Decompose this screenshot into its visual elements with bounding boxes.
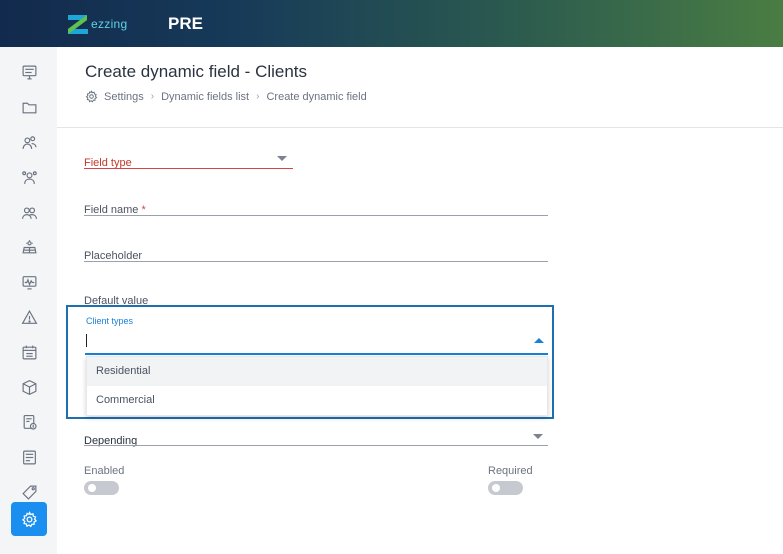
report-icon bbox=[22, 450, 36, 464]
sidebar-item-monitoring[interactable] bbox=[11, 265, 47, 299]
main-content: Create dynamic field - Clients Settings … bbox=[57, 47, 783, 554]
sidebar-item-dashboard[interactable] bbox=[11, 55, 47, 89]
breadcrumb-separator-icon: › bbox=[150, 91, 155, 102]
sidebar-item-team[interactable] bbox=[11, 160, 47, 194]
sidebar-item-invoices[interactable] bbox=[11, 405, 47, 439]
sidebar-item-users[interactable] bbox=[11, 125, 47, 159]
sidebar-item-products[interactable] bbox=[11, 370, 47, 404]
client-types-input[interactable] bbox=[88, 332, 518, 349]
breadcrumb-separator-icon: › bbox=[256, 91, 260, 102]
users-icon bbox=[22, 135, 36, 149]
required-label: Required bbox=[488, 465, 533, 477]
calendar-icon bbox=[22, 345, 36, 359]
sidebar-item-clients[interactable] bbox=[11, 195, 47, 229]
client-types-dropdown: Residential Commercial bbox=[86, 356, 548, 416]
placeholder-input[interactable]: Placeholder bbox=[84, 246, 548, 264]
depending-underline bbox=[84, 445, 548, 446]
folder-icon bbox=[22, 102, 36, 113]
brand-logo[interactable]: ezzing bbox=[66, 11, 128, 37]
client-types-label: Client types bbox=[86, 316, 134, 326]
sidebar-item-settings[interactable] bbox=[11, 502, 47, 536]
sidebar-item-reports[interactable] bbox=[11, 440, 47, 474]
dashboard-icon bbox=[22, 65, 36, 79]
monitor-icon bbox=[22, 275, 36, 289]
sidebar-item-calendar[interactable] bbox=[11, 335, 47, 369]
brand-text: ezzing bbox=[91, 17, 128, 31]
chevron-down-icon bbox=[277, 156, 287, 161]
sidebar-item-solar-panels[interactable] bbox=[11, 230, 47, 264]
chevron-down-icon bbox=[533, 434, 543, 439]
breadcrumb: Settings › Dynamic fields list › Create … bbox=[85, 90, 367, 103]
text-cursor bbox=[86, 334, 87, 347]
sidebar-item-folder[interactable] bbox=[11, 90, 47, 124]
client-types-highlight: Client types Residential Commercial bbox=[66, 305, 554, 419]
field-type-underline bbox=[84, 168, 293, 169]
required-toggle[interactable] bbox=[488, 481, 523, 495]
field-name-underline bbox=[84, 215, 548, 216]
toggle-knob bbox=[88, 484, 96, 492]
solar-panel-icon bbox=[21, 239, 37, 253]
invoice-icon bbox=[23, 414, 37, 430]
dropdown-option-residential[interactable]: Residential bbox=[87, 357, 547, 386]
box-icon bbox=[22, 379, 36, 395]
clients-icon bbox=[21, 206, 37, 219]
field-name-input[interactable]: Field name * bbox=[84, 200, 548, 218]
breadcrumb-settings[interactable]: Settings bbox=[104, 91, 144, 103]
client-types-underline bbox=[85, 353, 548, 355]
field-type-select[interactable]: Field type bbox=[84, 153, 293, 171]
sidebar bbox=[0, 47, 57, 554]
zezzing-logo-icon bbox=[68, 15, 88, 34]
tag-icon bbox=[21, 485, 36, 500]
enabled-label: Enabled bbox=[84, 465, 125, 477]
dropdown-option-commercial[interactable]: Commercial bbox=[87, 386, 547, 415]
warning-icon bbox=[21, 309, 37, 324]
breadcrumb-dynamic-fields-list[interactable]: Dynamic fields list bbox=[161, 91, 249, 103]
page-title: Create dynamic field - Clients bbox=[85, 62, 308, 81]
header-divider bbox=[57, 127, 783, 128]
sidebar-item-alerts[interactable] bbox=[11, 300, 47, 334]
chevron-up-icon[interactable] bbox=[534, 338, 544, 343]
breadcrumb-current: Create dynamic field bbox=[266, 90, 367, 103]
default-value-label-group: Default value bbox=[84, 291, 548, 307]
toggle-knob bbox=[492, 484, 500, 492]
depending-select[interactable]: Depending bbox=[84, 431, 548, 449]
settings-icon bbox=[85, 90, 98, 103]
placeholder-underline bbox=[84, 261, 548, 262]
top-bar: ezzing PRE bbox=[0, 0, 783, 47]
enabled-toggle[interactable] bbox=[84, 481, 119, 495]
environment-label: PRE bbox=[168, 14, 203, 33]
settings-icon bbox=[21, 510, 37, 527]
team-icon bbox=[21, 170, 37, 184]
